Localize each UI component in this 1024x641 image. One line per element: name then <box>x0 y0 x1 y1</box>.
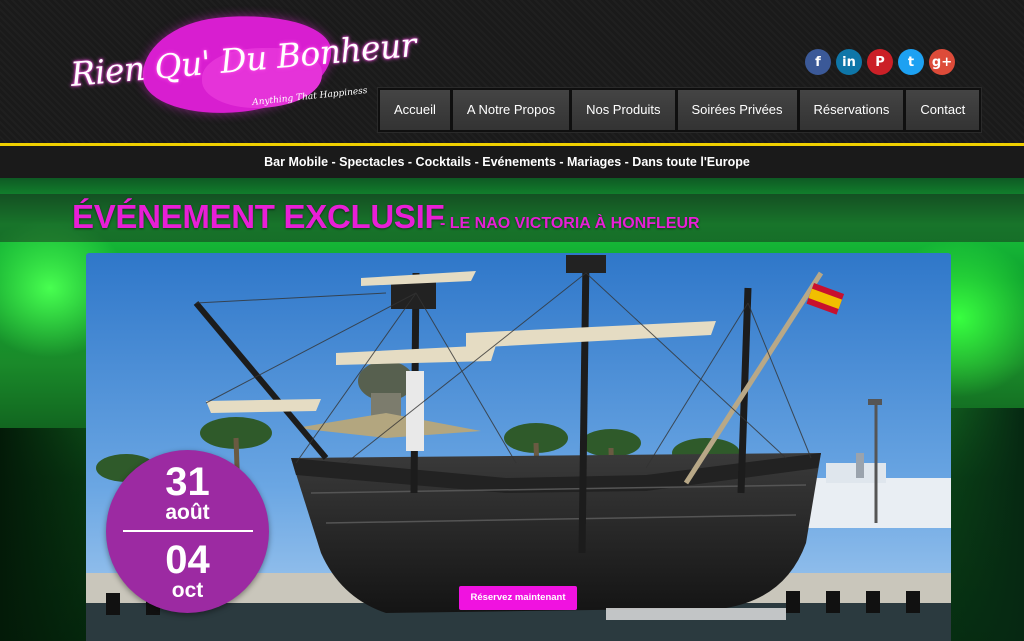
social-links: f in P t g+ <box>805 49 955 75</box>
nav-item-nos-produits[interactable]: Nos Produits <box>572 90 675 130</box>
nav-item-contact[interactable]: Contact <box>906 90 980 130</box>
twitter-icon[interactable]: t <box>898 49 924 75</box>
hero-title: ÉVÉNEMENT EXCLUSIF <box>72 198 445 235</box>
hero-section: ÉVÉNEMENT EXCLUSIF - LE NAO VICTORIA À H… <box>0 178 1024 641</box>
site-header: Rien Qu' Du Bonheur Anything That Happin… <box>0 0 1024 145</box>
date-start-day: 31 <box>165 460 210 504</box>
nav-item-soirees-privees[interactable]: Soirées Privées <box>677 90 797 130</box>
date-separator <box>122 530 253 532</box>
date-end-month: oct <box>171 579 204 602</box>
hero-subtitle: - LE NAO VICTORIA À HONFLEUR <box>440 215 700 232</box>
nav-item-accueil[interactable]: Accueil <box>380 90 450 130</box>
googleplus-icon[interactable]: g+ <box>929 49 955 75</box>
pinterest-icon[interactable]: P <box>867 49 893 75</box>
nav-item-a-notre-propos[interactable]: A Notre Propos <box>452 90 570 130</box>
site-logo[interactable]: Rien Qu' Du Bonheur Anything That Happin… <box>62 6 417 122</box>
main-nav: Accueil A Notre Propos Nos Produits Soir… <box>377 87 983 133</box>
linkedin-icon[interactable]: in <box>836 49 862 75</box>
event-date-badge: 31 août 04 oct <box>106 450 269 613</box>
nav-item-reservations[interactable]: Réservations <box>799 90 904 130</box>
date-end-day: 04 <box>165 538 210 582</box>
reserve-now-button[interactable]: Réservez maintenant <box>459 586 577 610</box>
date-start-month: août <box>165 501 210 524</box>
services-tagline: Bar Mobile - Spectacles - Cocktails - Ev… <box>0 146 1024 178</box>
services-tagline-text: Bar Mobile - Spectacles - Cocktails - Ev… <box>264 155 750 169</box>
facebook-icon[interactable]: f <box>805 49 831 75</box>
